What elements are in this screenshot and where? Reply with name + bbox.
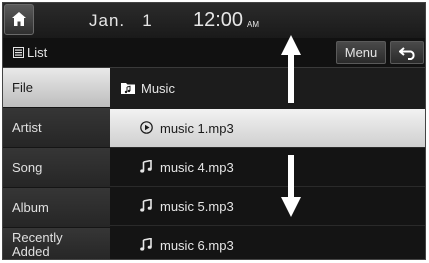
home-button[interactable] bbox=[4, 4, 34, 35]
list-item[interactable]: music 5.mp3 bbox=[110, 187, 425, 226]
status-bar: Jan. 1 12:00 AM bbox=[3, 3, 425, 38]
file-list: Music music 1.mp3 music 4.mp3 music 5.mp… bbox=[110, 68, 425, 259]
sidebar-item-album[interactable]: Album bbox=[3, 188, 110, 228]
sidebar-item-artist[interactable]: Artist bbox=[3, 108, 110, 148]
sidebar-item-label: Recently Added bbox=[12, 230, 63, 259]
list-item[interactable]: music 6.mp3 bbox=[110, 226, 425, 259]
sidebar-item-song[interactable]: Song bbox=[3, 148, 110, 188]
music-note-icon bbox=[140, 238, 152, 251]
back-arrow-icon bbox=[399, 47, 415, 60]
sidebar-item-label: Artist bbox=[12, 120, 42, 135]
list-item[interactable]: music 4.mp3 bbox=[110, 148, 425, 187]
list-title: List bbox=[13, 45, 47, 60]
media-screen: Jan. 1 12:00 AM List Menu File Artist So… bbox=[2, 2, 426, 260]
category-sidebar: File Artist Song Album Recently Added bbox=[3, 68, 110, 259]
music-note-icon bbox=[140, 160, 152, 173]
folder-icon bbox=[121, 83, 135, 94]
track-name: music 5.mp3 bbox=[160, 199, 234, 214]
sidebar-item-file[interactable]: File bbox=[3, 68, 110, 108]
list-label: List bbox=[27, 45, 48, 60]
track-name: music 4.mp3 bbox=[160, 160, 234, 175]
track-name: music 1.mp3 bbox=[160, 121, 234, 136]
sidebar-item-label: Album bbox=[12, 200, 49, 215]
date-display: Jan. 1 bbox=[89, 11, 153, 30]
menu-button[interactable]: Menu bbox=[336, 41, 386, 64]
back-button[interactable] bbox=[390, 41, 424, 64]
music-note-icon bbox=[140, 199, 152, 212]
list-icon bbox=[13, 47, 24, 58]
sidebar-item-label: File bbox=[12, 80, 33, 95]
home-icon bbox=[12, 12, 26, 26]
track-name: music 6.mp3 bbox=[160, 238, 234, 253]
clock-time: 12:00 bbox=[193, 9, 244, 31]
list-item[interactable]: music 1.mp3 bbox=[110, 109, 425, 148]
folder-name: Music bbox=[141, 81, 175, 96]
scroll-up-arrow-icon bbox=[281, 35, 301, 103]
scroll-down-arrow-icon bbox=[281, 155, 301, 217]
sidebar-item-recently-added[interactable]: Recently Added bbox=[3, 228, 110, 259]
folder-row[interactable]: Music bbox=[110, 68, 425, 109]
play-icon bbox=[140, 121, 153, 134]
sidebar-item-label: Song bbox=[12, 160, 43, 175]
list-header: List Menu bbox=[3, 38, 425, 68]
clock-ampm: AM bbox=[247, 20, 259, 29]
